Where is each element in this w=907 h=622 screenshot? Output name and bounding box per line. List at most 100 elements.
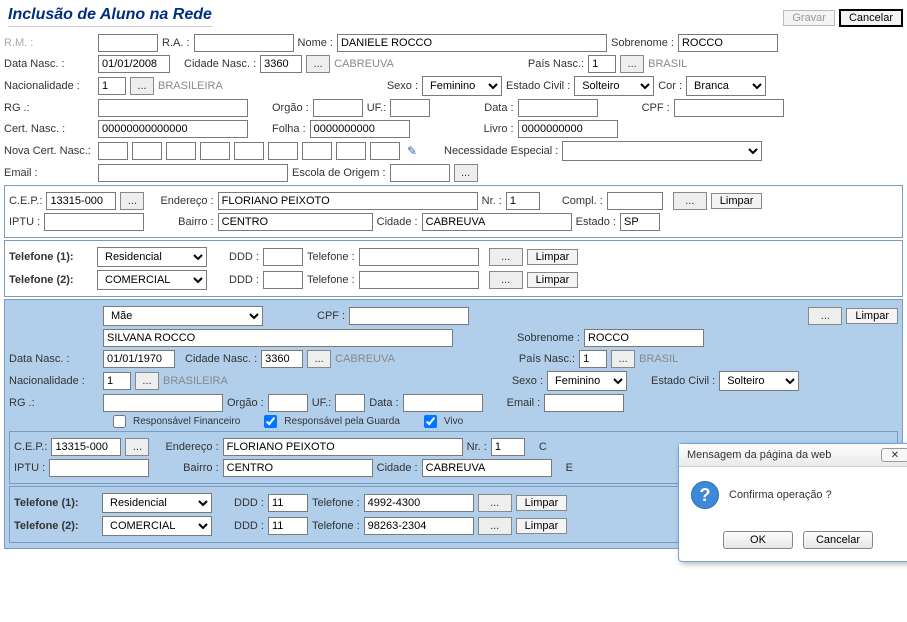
novacert-5[interactable] — [234, 142, 264, 160]
certnasc-input[interactable] — [98, 120, 248, 138]
estadocivil-select[interactable]: Solteiro — [574, 76, 654, 96]
resp-tel2-limpar-button[interactable]: Limpar — [516, 518, 568, 534]
cep-lookup-button[interactable]: ... — [120, 192, 144, 210]
gravar-button[interactable]: Gravar — [783, 10, 835, 26]
ddd1-input[interactable] — [263, 248, 303, 266]
resp-uf-input[interactable] — [335, 394, 365, 412]
ra-input[interactable] — [194, 34, 294, 52]
vivo-checkbox[interactable] — [424, 415, 437, 428]
endereco-input[interactable] — [218, 192, 478, 210]
resp-orgao-input[interactable] — [268, 394, 308, 412]
resp-nr-input[interactable] — [491, 438, 525, 456]
respguarda-checkbox[interactable] — [264, 415, 277, 428]
resp-cidadenasc-lookup-button[interactable]: ... — [307, 350, 331, 368]
email-input[interactable] — [98, 164, 288, 182]
resp-num2-input[interactable] — [364, 517, 474, 535]
resp-tel2-lookup-button[interactable]: ... — [478, 517, 512, 535]
cancelar-button[interactable]: Cancelar — [839, 9, 903, 27]
resp-cidadenasc-cod-input[interactable] — [261, 350, 303, 368]
num1-input[interactable] — [359, 248, 479, 266]
novacert-8[interactable] — [336, 142, 366, 160]
rm-input[interactable] — [98, 34, 158, 52]
close-icon[interactable]: ✕ — [881, 448, 907, 462]
tel2-tipo-select[interactable]: COMERCIAL — [97, 270, 207, 290]
tel1-lookup-button[interactable]: ... — [489, 248, 523, 266]
livro-input[interactable] — [518, 120, 618, 138]
bairro-input[interactable] — [218, 213, 373, 231]
resp-sexo-select[interactable]: Feminino — [547, 371, 627, 391]
tel2-limpar-button[interactable]: Limpar — [527, 272, 579, 288]
datanasc-input[interactable] — [98, 55, 170, 73]
num2-input[interactable] — [359, 271, 479, 289]
resp-endereco-input[interactable] — [223, 438, 463, 456]
resp-rg-input[interactable] — [103, 394, 223, 412]
resp-estadocivil-select[interactable]: Solteiro — [719, 371, 799, 391]
resp-sobrenome-input[interactable] — [584, 329, 704, 347]
cidadenasc-lookup-button[interactable]: ... — [306, 55, 330, 73]
resp-tel1-tipo-select[interactable]: Residencial — [102, 493, 212, 513]
resp-data-input[interactable] — [403, 394, 483, 412]
resp-cidade-input[interactable] — [422, 459, 552, 477]
respfin-checkbox[interactable] — [113, 415, 126, 428]
orgao-input[interactable] — [313, 99, 363, 117]
escola-lookup-button[interactable]: ... — [454, 164, 478, 182]
resp-ddd1-input[interactable] — [268, 494, 308, 512]
compl-input[interactable] — [607, 192, 663, 210]
novacert-6[interactable] — [268, 142, 298, 160]
cidadenasc-cod-input[interactable] — [260, 55, 302, 73]
dialog-ok-button[interactable]: OK — [723, 531, 793, 549]
resp-cep-lookup-button[interactable]: ... — [125, 438, 149, 456]
folha-input[interactable] — [310, 120, 410, 138]
novacert-1[interactable] — [98, 142, 128, 160]
sexo-select[interactable]: Feminino — [422, 76, 502, 96]
resp-lookup-button[interactable]: ... — [808, 307, 842, 325]
nac-cod-input[interactable] — [98, 77, 126, 95]
nac-lookup-button[interactable]: ... — [130, 77, 154, 95]
resp-nac-lookup-button[interactable]: ... — [135, 372, 159, 390]
tel1-limpar-button[interactable]: Limpar — [527, 249, 579, 265]
resp-tel1-lookup-button[interactable]: ... — [478, 494, 512, 512]
resp-nome-input[interactable] — [103, 329, 453, 347]
resp-limpar-button[interactable]: Limpar — [846, 308, 898, 324]
resp-cep-input[interactable] — [51, 438, 121, 456]
paisnasc-lookup-button[interactable]: ... — [620, 55, 644, 73]
cep-input[interactable] — [46, 192, 116, 210]
cidade-input[interactable] — [422, 213, 572, 231]
nr-input[interactable] — [506, 192, 540, 210]
resp-ddd2-input[interactable] — [268, 517, 308, 535]
novacert-9[interactable] — [370, 142, 400, 160]
cpf-resp-input[interactable] — [349, 307, 469, 325]
resp-paisnasc-lookup-button[interactable]: ... — [611, 350, 635, 368]
escola-input[interactable] — [390, 164, 450, 182]
dialog-cancel-button[interactable]: Cancelar — [803, 531, 873, 549]
resp-bairro-input[interactable] — [223, 459, 373, 477]
resp-paisnasc-cod-input[interactable] — [579, 350, 607, 368]
nome-input[interactable] — [337, 34, 607, 52]
data-input[interactable] — [518, 99, 598, 117]
tel2-lookup-button[interactable]: ... — [489, 271, 523, 289]
paisnasc-cod-input[interactable] — [588, 55, 616, 73]
resp-tipo-select[interactable]: Mãe — [103, 306, 263, 326]
resp-email-input[interactable] — [544, 394, 624, 412]
rg-input[interactable] — [98, 99, 248, 117]
estado-input[interactable] — [620, 213, 660, 231]
uf-input[interactable] — [390, 99, 430, 117]
cpf-input[interactable] — [674, 99, 784, 117]
resp-datanasc-input[interactable] — [103, 350, 175, 368]
necessidade-select[interactable] — [562, 141, 762, 161]
ddd2-input[interactable] — [263, 271, 303, 289]
novacert-7[interactable] — [302, 142, 332, 160]
resp-num1-input[interactable] — [364, 494, 474, 512]
limpar-endereco-button[interactable]: Limpar — [711, 193, 763, 209]
endereco-lookup-button[interactable]: ... — [673, 192, 707, 210]
resp-tel1-limpar-button[interactable]: Limpar — [516, 495, 568, 511]
novacert-3[interactable] — [166, 142, 196, 160]
cor-select[interactable]: Branca — [686, 76, 766, 96]
pencil-icon[interactable]: ✎ — [404, 143, 420, 159]
resp-iptu-input[interactable] — [49, 459, 149, 477]
novacert-2[interactable] — [132, 142, 162, 160]
iptu-input[interactable] — [44, 213, 144, 231]
sobrenome-input[interactable] — [678, 34, 778, 52]
novacert-4[interactable] — [200, 142, 230, 160]
tel1-tipo-select[interactable]: Residencial — [97, 247, 207, 267]
